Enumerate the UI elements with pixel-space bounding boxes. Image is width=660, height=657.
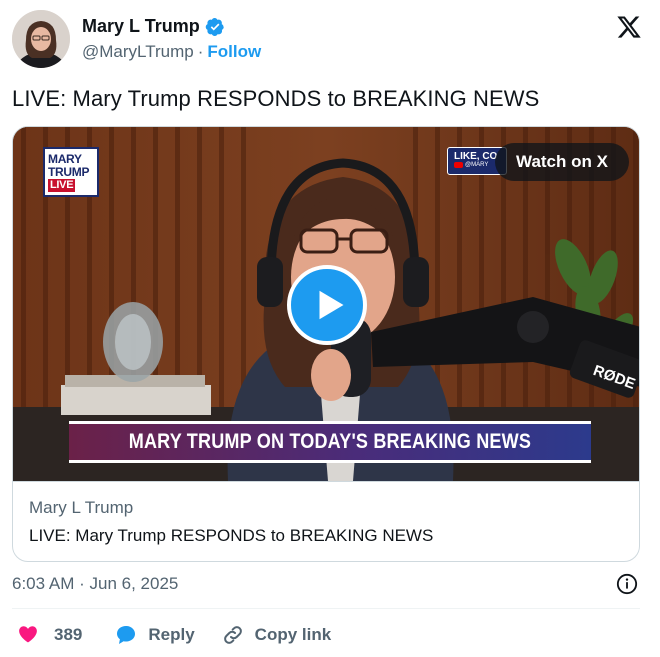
video-card[interactable]: RØDE MARY TRUMP LIVE LIKE, CO @MARY Watc… (12, 126, 640, 562)
timestamp-separator: · (79, 574, 85, 593)
video-thumbnail[interactable]: RØDE MARY TRUMP LIVE LIKE, CO @MARY Watc… (13, 127, 639, 481)
reply-bubble-icon (117, 626, 136, 644)
follow-button[interactable]: Follow (207, 42, 261, 62)
lower-third-text: MARY TRUMP ON TODAY'S BREAKING NEWS (128, 430, 532, 453)
like-count: 389 (54, 625, 83, 644)
author-handle[interactable]: @MaryLTrump (82, 42, 194, 62)
handle-separator: · (197, 42, 204, 61)
info-icon[interactable] (616, 573, 638, 595)
tweet-text: LIVE: Mary Trump RESPONDS to BREAKING NE… (12, 86, 540, 111)
tweet-timestamp[interactable]: 6:03 AM · Jun 6, 2025 (12, 574, 178, 594)
divider (12, 608, 640, 609)
play-icon (319, 290, 343, 320)
author-name-row: Mary L Trump (82, 16, 225, 37)
verified-badge-icon (205, 17, 225, 37)
author-handle-row: @MaryLTrump · Follow (82, 42, 261, 62)
watch-on-x-button[interactable]: Watch on X (495, 143, 629, 181)
channel-logo-line-1: MARY (48, 151, 82, 166)
like-button[interactable]: 389 (16, 623, 82, 647)
copy-link-button[interactable]: Copy link (221, 623, 332, 647)
link-icon (223, 626, 242, 644)
heart-icon (19, 626, 37, 643)
copy-link-label: Copy link (254, 625, 332, 644)
lower-third-banner: MARY TRUMP ON TODAY'S BREAKING NEWS (69, 421, 591, 463)
action-bar: 389 Reply Copy link (16, 622, 357, 648)
subscribe-overlay-handle: @MARY (465, 162, 489, 168)
tweet-time: 6:03 AM (12, 574, 75, 593)
card-title: LIVE: Mary Trump RESPONDS to BREAKING NE… (29, 526, 434, 545)
reply-label: Reply (148, 625, 195, 644)
youtube-icon (454, 162, 463, 168)
channel-logo-line-2: TRUMP (48, 164, 90, 179)
tweet-header: Mary L Trump @MaryLTrump · Follow (12, 10, 648, 68)
reply-button[interactable]: Reply (114, 623, 195, 647)
card-meta[interactable]: Mary L Trump LIVE: Mary Trump RESPONDS t… (13, 481, 639, 561)
channel-logo-live: LIVE (48, 178, 76, 192)
card-source: Mary L Trump (29, 498, 134, 517)
tweet-date: Jun 6, 2025 (89, 574, 179, 593)
author-display-name[interactable]: Mary L Trump (82, 16, 200, 37)
avatar[interactable] (12, 10, 70, 68)
channel-logo: MARY TRUMP LIVE (43, 147, 99, 197)
play-button[interactable] (287, 265, 367, 345)
x-logo-icon[interactable] (616, 14, 642, 40)
